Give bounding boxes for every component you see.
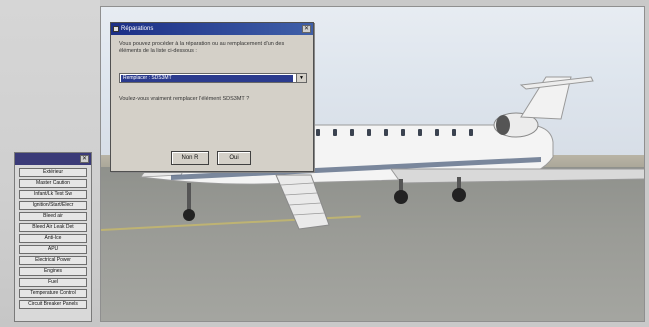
systems-list-panel: ✕ Extérieur Master Caution Infant/Lk Tes… <box>14 152 92 322</box>
systems-panel-title-bar: ✕ <box>15 153 91 165</box>
system-button-anti-ice[interactable]: Anti-Ice <box>19 234 87 243</box>
dialog-instruction-text: Vous pouvez procéder à la réparation ou … <box>119 41 285 54</box>
dialog-title: Réparations <box>121 26 154 32</box>
dialog-confirm-question: Voulez-vous vraiment remplacer l'élément… <box>119 96 250 102</box>
system-button-exterieur[interactable]: Extérieur <box>19 168 87 177</box>
system-button-bleed-air[interactable]: Bleed air <box>19 212 87 221</box>
system-button-engines[interactable]: Engines <box>19 267 87 276</box>
system-button-temperature-control[interactable]: Temperature Control <box>19 289 87 298</box>
yes-button[interactable]: Oui <box>217 151 251 165</box>
system-button-master-caution[interactable]: Master Caution <box>19 179 87 188</box>
system-button-infant-test[interactable]: Infant/Lk Test Sw <box>19 190 87 199</box>
system-button-bleed-air-leak-det[interactable]: Bleed Air Leak Det <box>19 223 87 232</box>
system-button-ignition-start[interactable]: Ignition/Start/Elecr <box>19 201 87 210</box>
replacement-select-value: Remplacer : SDS3MT <box>121 75 293 82</box>
repair-dialog: Réparations ✕ Vous pouvez procéder à la … <box>110 22 314 172</box>
no-button[interactable]: Non R <box>171 151 209 165</box>
system-button-circuit-breaker-panels[interactable]: Circuit Breaker Panels <box>19 300 87 309</box>
dialog-close-button[interactable]: ✕ <box>302 25 311 33</box>
dialog-title-bar: Réparations ✕ <box>111 23 313 35</box>
system-button-fuel[interactable]: Fuel <box>19 278 87 287</box>
system-button-apu[interactable]: APU <box>19 245 87 254</box>
app-icon <box>113 26 119 32</box>
system-button-electrical-power[interactable]: Electrical Power <box>19 256 87 265</box>
systems-list: Extérieur Master Caution Infant/Lk Test … <box>15 165 91 312</box>
replacement-select[interactable]: Remplacer : SDS3MT ▼ <box>119 73 307 83</box>
chevron-down-icon[interactable]: ▼ <box>296 74 306 82</box>
systems-panel-close-button[interactable]: ✕ <box>80 155 89 163</box>
